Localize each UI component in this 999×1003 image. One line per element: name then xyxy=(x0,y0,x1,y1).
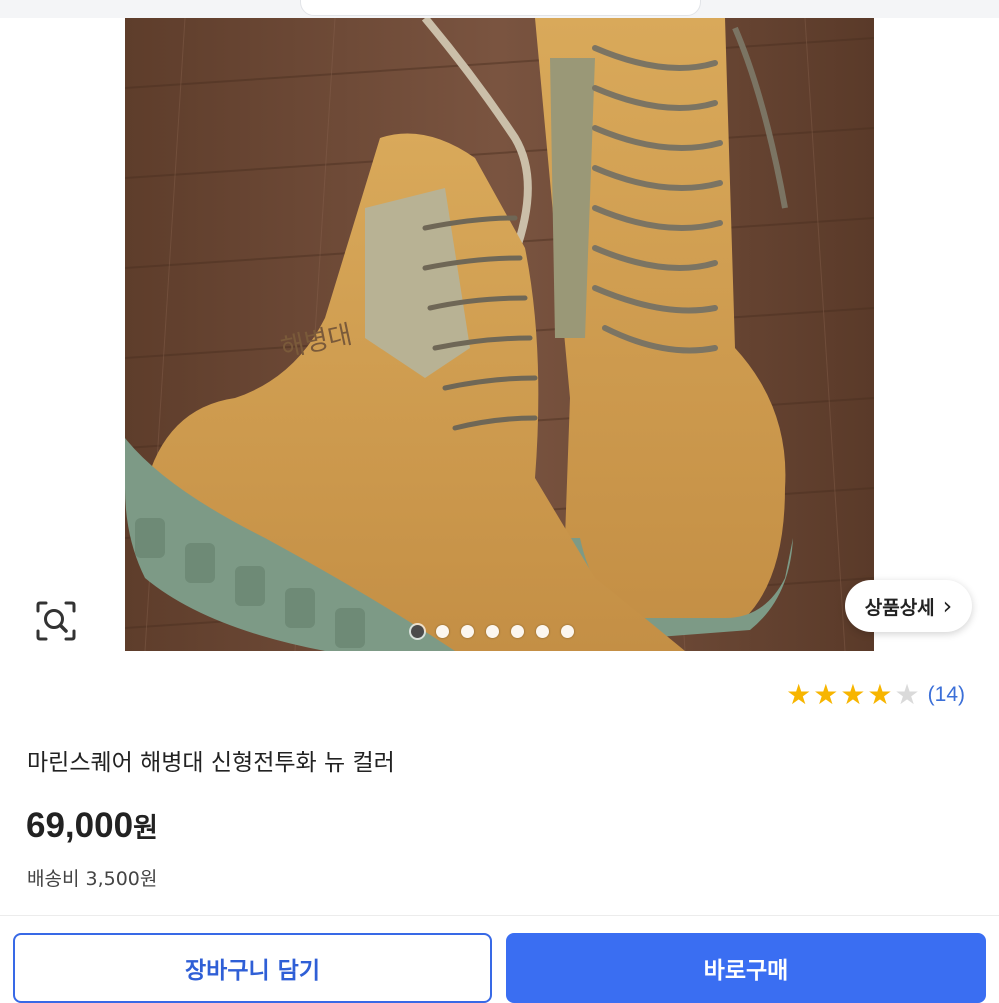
boots-photo: 해병대 xyxy=(125,18,874,651)
price-number: 69,000 xyxy=(26,806,134,845)
star-empty-icon: ★ xyxy=(894,678,920,711)
product-detail-label: 상품상세 xyxy=(864,596,935,619)
star-filled-icon: ★ xyxy=(813,678,839,711)
gallery-pagination[interactable] xyxy=(411,622,574,640)
gallery-dot[interactable] xyxy=(411,624,424,638)
star-filled-icon: ★ xyxy=(786,678,812,711)
search-zoom-icon xyxy=(36,601,76,641)
buy-now-button[interactable]: 바로구매 xyxy=(506,933,986,1003)
zoom-button[interactable] xyxy=(28,593,84,649)
gallery-dot[interactable] xyxy=(486,624,499,638)
top-tab-pill[interactable] xyxy=(300,0,701,16)
gallery-dot[interactable] xyxy=(436,624,449,638)
gallery-dot[interactable] xyxy=(461,624,474,638)
top-tab-bar xyxy=(0,0,999,19)
price-unit: 원 xyxy=(133,813,158,844)
review-count-link[interactable]: (14) xyxy=(928,683,965,707)
star-filled-icon: ★ xyxy=(840,678,866,711)
product-title: 마린스퀘어 해병대 신형전투화 뉴 컬러 xyxy=(27,750,395,776)
product-gallery[interactable]: 해병대 상품상세 › xyxy=(0,18,999,651)
shipping-fee: 배송비 3,500원 xyxy=(27,868,158,890)
chevron-right-icon: › xyxy=(942,592,953,620)
gallery-dot[interactable] xyxy=(511,624,524,638)
rating-summary[interactable]: ★ ★ ★ ★ ★ (14) xyxy=(786,680,965,710)
add-to-cart-button[interactable]: 장바구니 담기 xyxy=(13,933,492,1003)
gallery-dot[interactable] xyxy=(536,624,549,638)
star-filled-icon: ★ xyxy=(867,678,893,711)
product-photo[interactable]: 해병대 xyxy=(125,18,874,651)
product-price: 69,000원 xyxy=(26,806,158,846)
product-detail-button[interactable]: 상품상세 › xyxy=(845,580,972,632)
gallery-dot[interactable] xyxy=(561,624,574,638)
action-divider xyxy=(0,915,999,916)
